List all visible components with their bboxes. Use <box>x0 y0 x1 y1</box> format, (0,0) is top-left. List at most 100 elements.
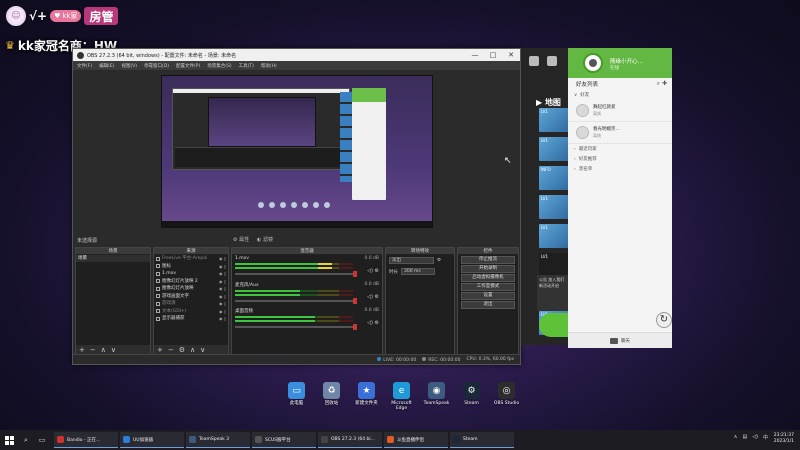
menu-item[interactable]: 视图(V) <box>121 63 137 69</box>
control-button[interactable]: 开始录制 <box>461 265 515 273</box>
eye-icon[interactable]: ◉ ▯ <box>219 293 226 301</box>
start-game-button[interactable] <box>539 313 569 337</box>
properties-button[interactable]: ⚙ 属性 <box>233 236 249 243</box>
recent-group[interactable]: › 最近玩家 <box>568 144 672 154</box>
menu-item[interactable]: 场景集合(S) <box>207 63 231 69</box>
move-down-icon[interactable]: ∨ <box>111 346 116 354</box>
maximize-icon[interactable]: □ <box>484 49 502 61</box>
taskbar-app[interactable]: 斗鱼直播伴侣 <box>384 432 448 448</box>
source-item[interactable]: 文本(GDI+) ◉ ▯ <box>154 308 228 316</box>
search-icon[interactable]: ⌕ <box>657 80 660 87</box>
filters-button[interactable]: ◐ 滤镜 <box>257 236 273 243</box>
move-up-icon[interactable]: ∧ <box>190 346 195 354</box>
control-button[interactable]: 退出 <box>461 301 515 309</box>
move-up-icon[interactable]: ∧ <box>101 346 106 354</box>
desktop-icon[interactable]: ▭ 此电脑 <box>283 382 310 411</box>
self-profile[interactable]: 随缘小开心… 在线 <box>568 48 672 78</box>
chat-button[interactable]: 聊天 <box>568 332 672 348</box>
taskbar-app[interactable]: UU加速器 <box>120 432 184 448</box>
menu-item[interactable]: 停靠窗口(D) <box>144 63 169 69</box>
start-button[interactable] <box>0 430 18 450</box>
map-tile[interactable]: LV1 <box>539 224 569 248</box>
source-item[interactable]: 图像幻灯片放映 2 ◉ ▯ <box>154 278 228 286</box>
taskbar-app[interactable]: Bandio - 正在... <box>54 432 118 448</box>
add-friend-icon[interactable]: ✚ <box>662 80 667 87</box>
speaker-icon[interactable]: ◁) ⚙ <box>367 294 379 300</box>
menu-item[interactable]: 配置文件(P) <box>176 63 200 69</box>
control-button[interactable]: 停止推流 <box>461 256 515 264</box>
desktop-icon[interactable]: ★ 新建文件夹 <box>353 382 380 411</box>
speaker-icon[interactable]: ◁) ⚙ <box>367 320 379 326</box>
source-item[interactable]: 游戏源 ◉ ▯ <box>154 300 228 308</box>
desktop-icon[interactable]: e Microsoft Edge <box>388 382 415 411</box>
map-tile[interactable]: LV1 <box>539 108 569 132</box>
remove-icon[interactable]: − <box>90 346 96 354</box>
volume-slider[interactable] <box>235 298 357 304</box>
desktop-icon[interactable]: ⚙ Steam <box>458 382 485 411</box>
transition-select[interactable]: 淡出 <box>389 257 434 264</box>
preview-canvas[interactable] <box>161 75 433 228</box>
volume-slider[interactable] <box>235 324 357 330</box>
add-icon[interactable]: + <box>157 346 163 354</box>
eye-icon[interactable]: ◉ ▯ <box>219 263 226 271</box>
ime-icon[interactable]: 中 <box>763 434 768 441</box>
source-item[interactable]: 图像幻灯片放映 ◉ ▯ <box>154 285 228 293</box>
menu-item[interactable]: 编辑(E) <box>99 63 114 69</box>
blacklist-group[interactable]: › 黑名单 <box>568 164 672 174</box>
taskbar-app[interactable]: TeamSpeak 3 <box>186 432 250 448</box>
eye-icon[interactable]: ◉ ▯ <box>219 315 226 323</box>
volume-icon[interactable]: ◁) <box>752 434 758 441</box>
chevron-up-icon[interactable]: ∧ <box>734 434 738 441</box>
control-button[interactable]: 设置 <box>461 292 515 300</box>
close-icon[interactable]: ✕ <box>502 49 520 61</box>
volume-slider[interactable] <box>235 271 357 277</box>
refresh-icon[interactable]: ↻ <box>656 312 672 328</box>
menu-item[interactable]: 文件(F) <box>77 63 92 69</box>
eye-icon[interactable]: ◉ ▯ <box>219 300 226 308</box>
remove-icon[interactable]: − <box>168 346 174 354</box>
speaker-icon[interactable]: ◁) ⚙ <box>367 268 379 274</box>
obs-titlebar[interactable]: OBS 27.2.3 (64 bit, windows) - 配置文件: 未命名… <box>73 49 520 61</box>
add-icon[interactable]: + <box>79 346 85 354</box>
gear-icon[interactable]: ⚙ <box>179 346 185 354</box>
friend-item[interactable]: 舞起红颜爱 离线 <box>568 100 672 122</box>
search-icon[interactable]: ⌕ <box>18 430 34 450</box>
eye-icon[interactable]: ◉ ▯ <box>219 278 226 286</box>
scene-item[interactable]: 场景 <box>76 255 150 262</box>
map-tile[interactable]: LV1 <box>539 195 569 219</box>
source-item[interactable]: 图标 ◉ ▯ <box>154 263 228 271</box>
move-down-icon[interactable]: ∨ <box>200 346 205 354</box>
desktop-icon[interactable]: ◉ TeamSpeak <box>423 382 450 411</box>
eye-icon[interactable]: ◉ ▯ <box>219 308 226 316</box>
friends-group[interactable]: ∨ 好友 <box>568 90 672 100</box>
menu-item[interactable]: 帮助(H) <box>261 63 277 69</box>
desktop-icon[interactable]: ◎ OBS Studio <box>493 382 520 411</box>
taskbar-app[interactable]: Steam <box>450 432 514 448</box>
source-item[interactable]: FreeLive 平台-Arepai ◉ ▯ <box>154 255 228 263</box>
taskbar-app[interactable]: OBS 27.2.3 (64 bi... <box>318 432 382 448</box>
source-item[interactable]: 1.mov ◉ ▯ <box>154 270 228 278</box>
avatar[interactable] <box>583 53 603 73</box>
taskbar-app[interactable]: SCUS服平台 <box>252 432 316 448</box>
obs-window[interactable]: OBS 27.2.3 (64 bit, windows) - 配置文件: 未命名… <box>72 48 521 365</box>
recommend-group[interactable]: › 好友推荐 <box>568 154 672 164</box>
bag-icon[interactable] <box>547 56 557 66</box>
duration-input[interactable]: 300 ms <box>401 268 435 275</box>
eye-icon[interactable]: ◉ ▯ <box>219 255 226 263</box>
minimize-icon[interactable]: — <box>466 49 484 61</box>
source-item[interactable]: 显示器捕获 ◉ ▯ <box>154 315 228 323</box>
clock[interactable]: 23:21:37 2023/1/1 <box>774 433 794 445</box>
network-icon[interactable]: ▤ <box>742 434 747 441</box>
control-button[interactable]: 启动虚拟摄像机 <box>461 274 515 282</box>
task-view-icon[interactable]: ▭ <box>34 430 50 450</box>
mail-icon[interactable] <box>529 56 539 66</box>
map-tile[interactable]: INFO <box>539 166 569 190</box>
source-item[interactable]: 游戏画面文字 ◉ ▯ <box>154 293 228 301</box>
map-tile[interactable]: LV1 <box>539 137 569 161</box>
control-button[interactable]: 工作室模式 <box>461 283 515 291</box>
eye-icon[interactable]: ◉ ▯ <box>219 285 226 293</box>
friend-item[interactable]: 春光明媚笑... 离线 <box>568 122 672 144</box>
map-tile[interactable]: LV1 <box>539 253 569 277</box>
desktop-icon[interactable]: ♻ 回收站 <box>318 382 345 411</box>
gear-icon[interactable]: ⚙ <box>437 258 441 263</box>
